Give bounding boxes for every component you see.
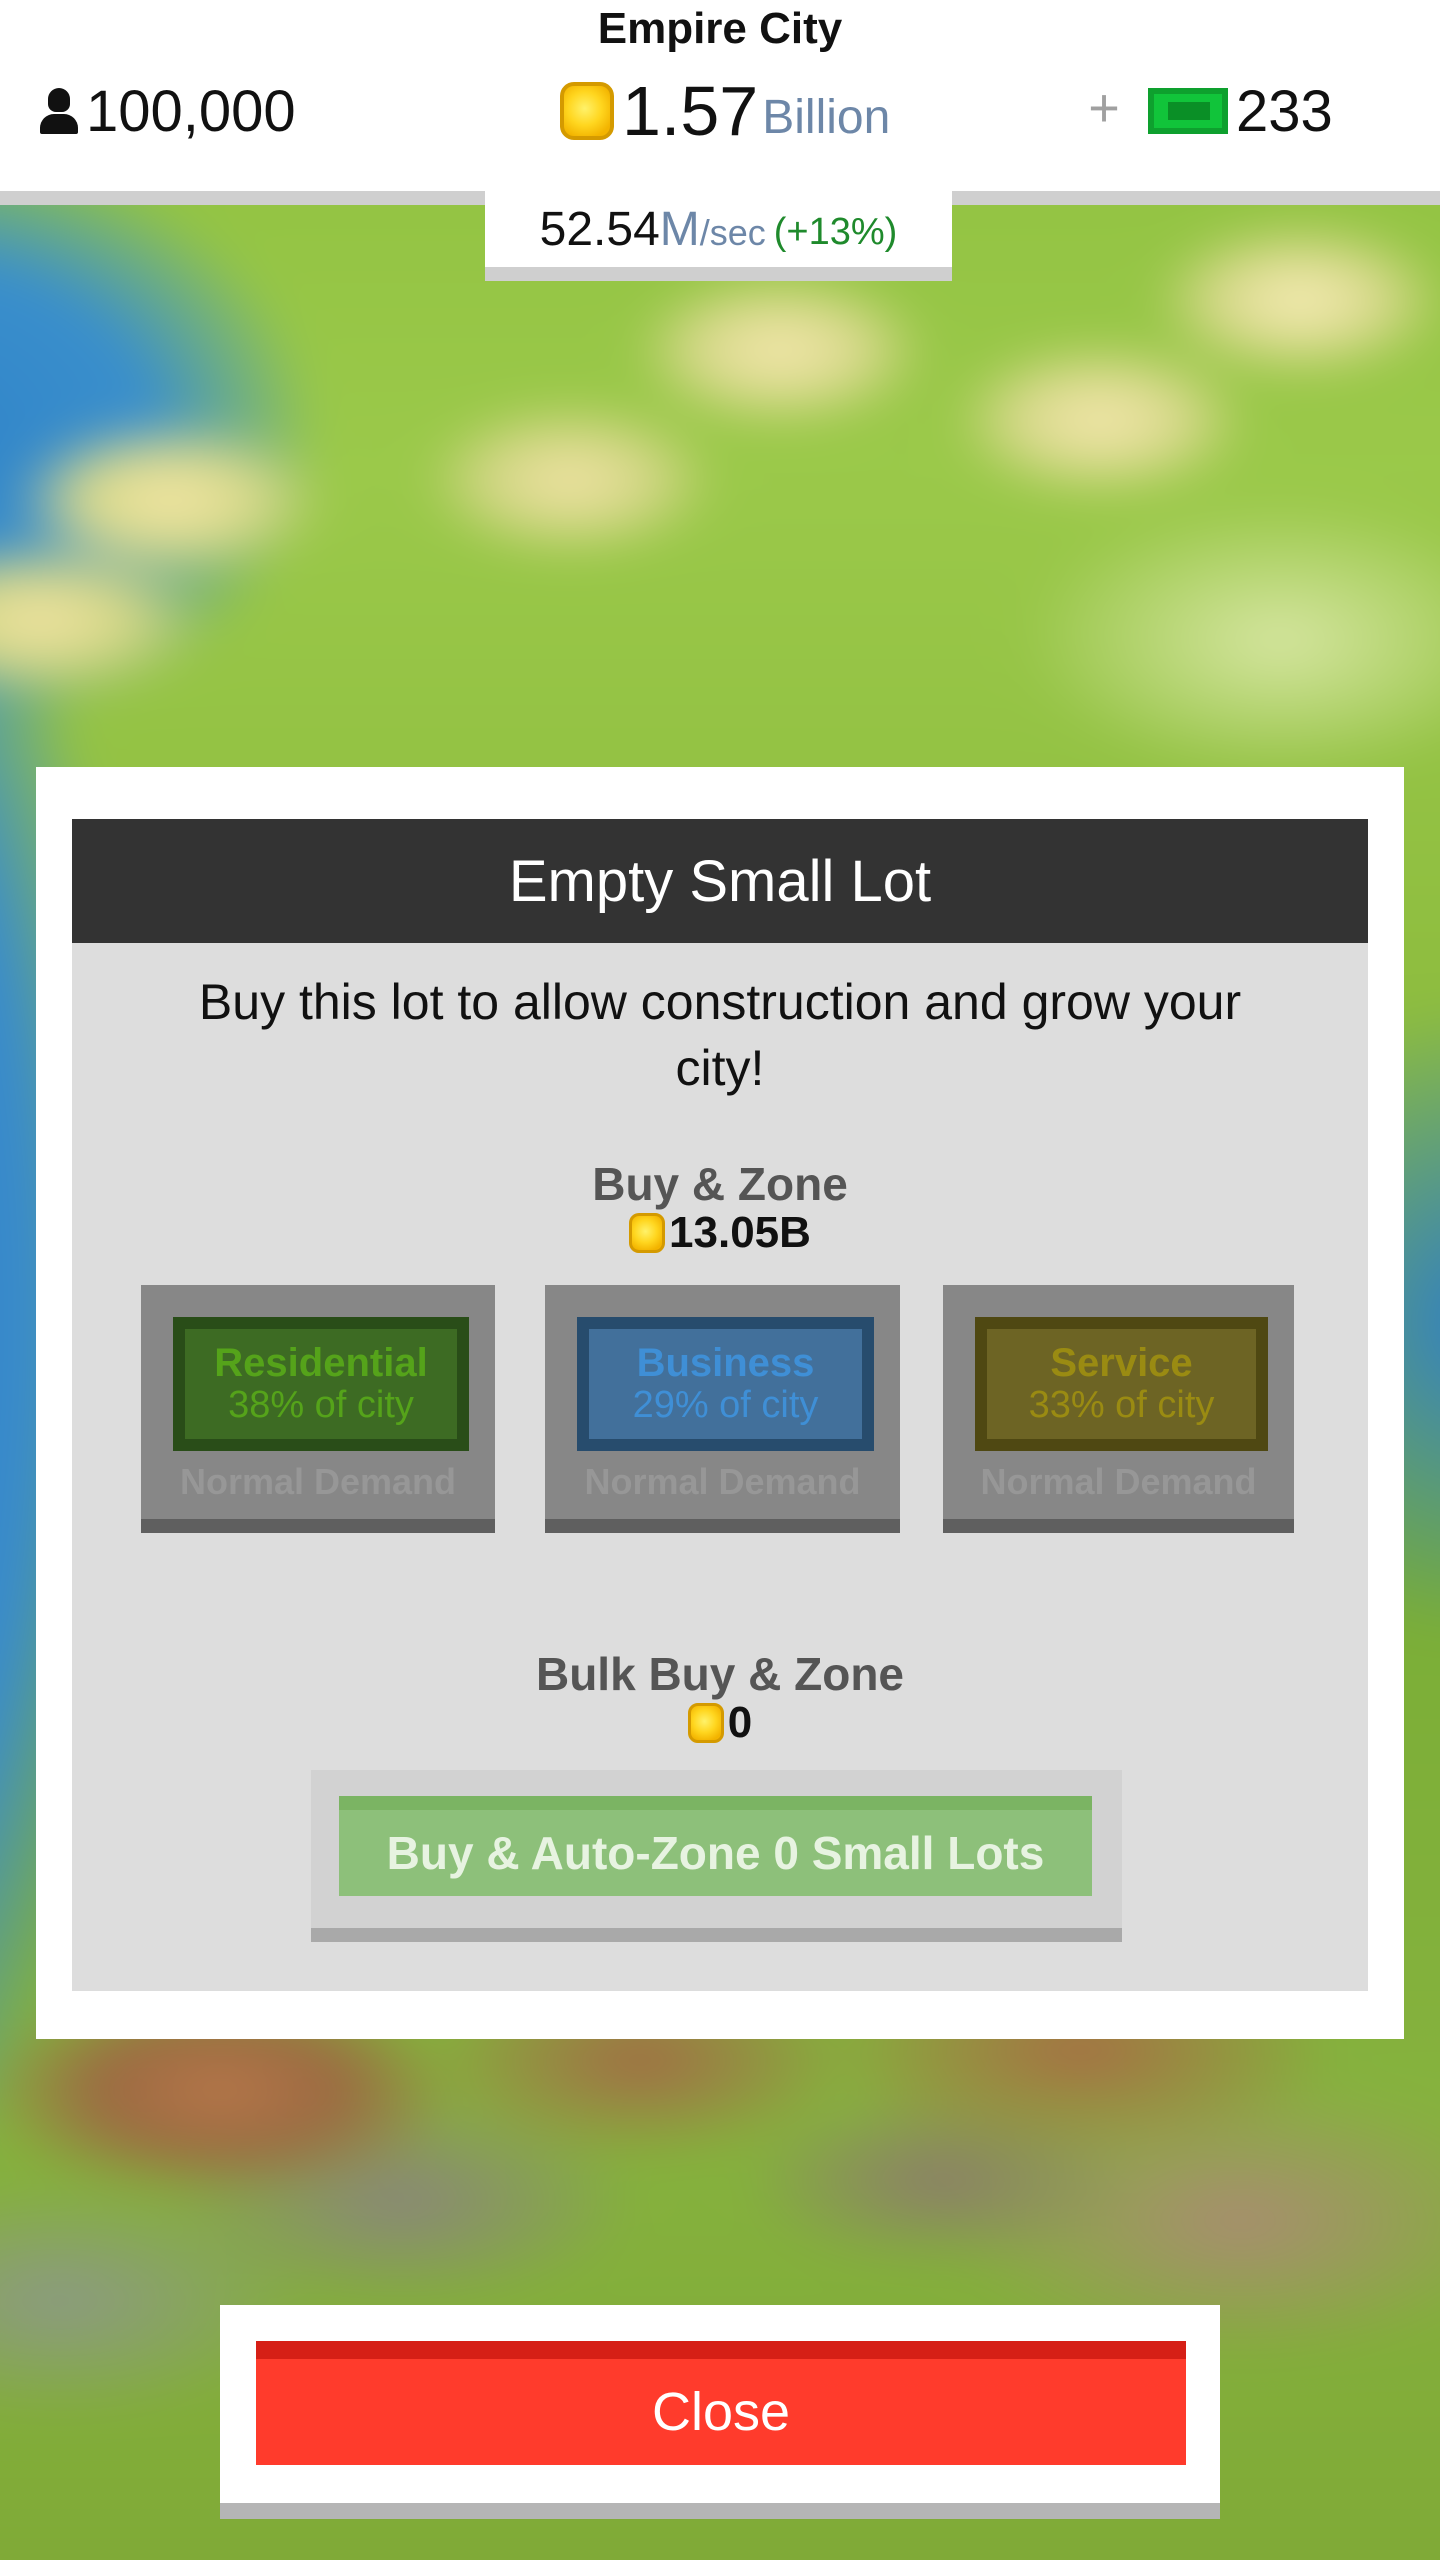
zone-demand: Normal Demand [584, 1461, 861, 1502]
dialog-description: Buy this lot to allow construction and g… [198, 974, 1242, 1096]
cash-display[interactable]: 233 [1148, 72, 1333, 150]
income-rate: 52.54 M /sec (+13%) [485, 191, 952, 281]
close-frame: Close [220, 2305, 1220, 2519]
cash-value: 233 [1236, 78, 1333, 144]
money-display: 1.57 Billion [560, 72, 890, 150]
person-icon [36, 88, 80, 134]
buy-zone-label: Buy & Zone [592, 1158, 848, 1210]
zone-demand: Normal Demand [980, 1461, 1257, 1502]
money-value: 1.57 [622, 72, 759, 150]
zone-share: 29% of city [632, 1384, 819, 1426]
city-name: Empire City [597, 4, 843, 53]
money-unit: Billion [762, 90, 891, 144]
top-bar: Empire City 100,000 1.57 Billion + 233 [0, 0, 1440, 205]
service-zone-button[interactable]: Service 33% of city Normal Demand [943, 1285, 1294, 1533]
business-zone-button[interactable]: Business 29% of city Normal Demand [545, 1285, 900, 1533]
residential-zone-badge: Residential 38% of city [173, 1317, 469, 1451]
income-bonus: (+13%) [773, 210, 898, 253]
bulk-auto-zone-button[interactable]: Buy & Auto-Zone 0 Small Lots [339, 1796, 1092, 1896]
bulk-buy-label: Bulk Buy & Zone [535, 1648, 905, 1700]
coin-icon [560, 82, 614, 140]
zone-share: 38% of city [228, 1384, 414, 1426]
buy-zone-price: 13.05B [72, 1205, 1368, 1261]
income-value: 52.54 [539, 202, 660, 256]
coin-icon [629, 1213, 666, 1253]
zone-demand: Normal Demand [179, 1461, 457, 1502]
dialog-body: Empty Small Lot Buy this lot to allow co… [72, 819, 1368, 1991]
service-zone-badge: Service 33% of city [975, 1317, 1268, 1451]
buy-cash-button[interactable]: + [1082, 78, 1126, 138]
dialog-title: Empty Small Lot [72, 819, 1368, 943]
bulk-buy-frame: Buy & Auto-Zone 0 Small Lots [311, 1770, 1122, 1942]
buy-zone-price-value: 13.05B [669, 1208, 811, 1257]
zone-name: Service [1050, 1341, 1193, 1385]
population-display: 100,000 [36, 72, 296, 150]
income-unit: M [659, 202, 700, 256]
lot-dialog: Empty Small Lot Buy this lot to allow co… [36, 767, 1404, 2039]
zone-name: Business [636, 1341, 815, 1385]
cash-icon [1148, 88, 1228, 134]
coin-icon [687, 1703, 724, 1743]
zone-share: 33% of city [1028, 1384, 1215, 1426]
population-value: 100,000 [86, 78, 296, 144]
zone-name: Residential [214, 1341, 428, 1385]
bulk-buy-price: 0 [72, 1695, 1368, 1751]
bulk-buy-price-value: 0 [727, 1698, 753, 1747]
business-zone-badge: Business 29% of city [577, 1317, 874, 1451]
income-suffix: /sec [699, 212, 766, 253]
close-button[interactable]: Close [256, 2341, 1186, 2465]
residential-zone-button[interactable]: Residential 38% of city Normal Demand [141, 1285, 495, 1533]
